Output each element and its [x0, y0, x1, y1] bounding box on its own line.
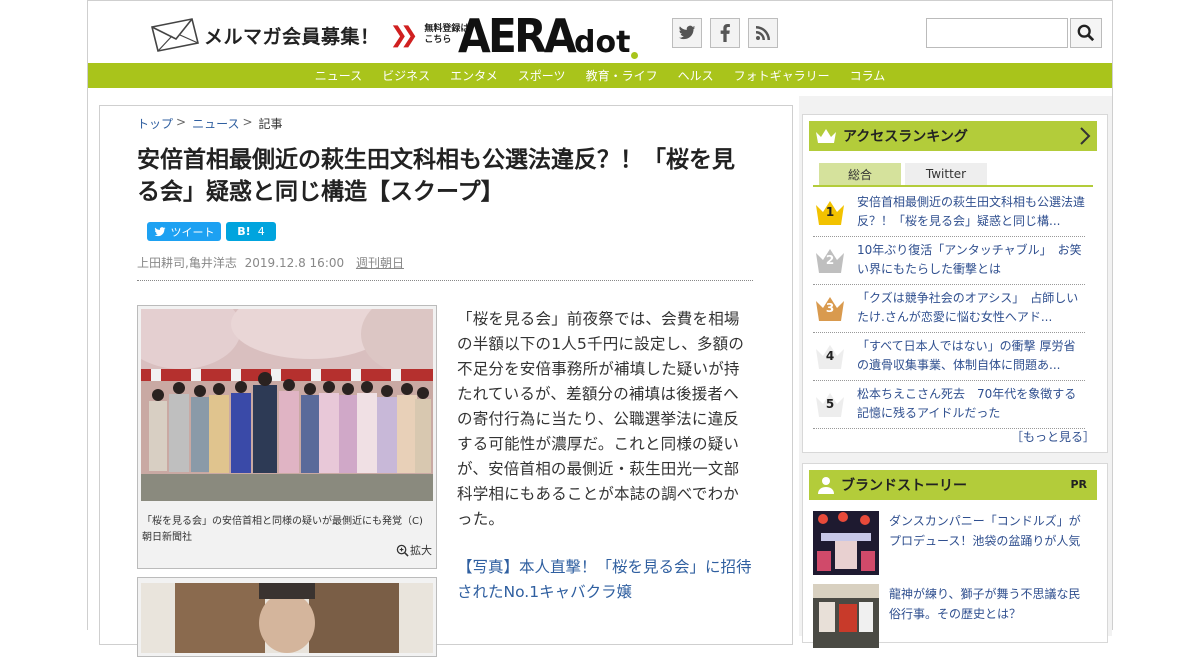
breadcrumb-news[interactable]: ニュース — [192, 115, 239, 132]
chevron-right-icon: > — [242, 115, 253, 129]
related-photo-link[interactable]: 【写真】本人直撃！「桜を見る会」に招待されたNo.1キャバクラ嬢 — [457, 555, 753, 605]
chevron-right-icon[interactable] — [1079, 126, 1091, 146]
facebook-icon[interactable] — [710, 18, 740, 48]
photo-caption: 「桜を見る会」の安倍首相と同様の疑いが最側近にも発覚（C)朝日新聞社 — [142, 516, 423, 543]
search-input[interactable] — [926, 18, 1068, 48]
hatena-bookmark-icon: B! — [237, 225, 251, 238]
ranking-item-title: 「すべて日本人ではない」の衝撃 厚労省の遺骨収集事業、体制自体に問題あ... — [857, 339, 1076, 372]
brand-story-thumbnail — [813, 584, 879, 648]
brand-story-panel: ブランドストーリー PR ダンスカンパニー「コンドルズ」がプロデュース！池袋の盆… — [802, 463, 1108, 648]
article-source-link[interactable]: 週刊朝日 — [356, 256, 404, 270]
brand-story-item[interactable]: 龍神が練り、獅子が舞う不思議な民俗行事。その歴史とは？ — [813, 584, 1093, 650]
search-button[interactable] — [1070, 18, 1102, 48]
article-title: 安倍首相最側近の萩生田文科相も公選法違反？！「桜を見る会」疑惑と同じ構造【スクー… — [137, 147, 735, 205]
brand-story-title: ブランドストーリー — [841, 478, 967, 494]
rank-number: 2 — [825, 253, 835, 267]
ranking-item[interactable]: 3 「クズは競争社会のオアシス」 占師しいたけ.さんが恋愛に悩む女性へアド... — [813, 285, 1085, 333]
envelope-icon — [151, 18, 199, 52]
ranking-item-title: 安倍首相最側近の萩生田文科相も公選法違反？！「桜を見る会」疑惑と同じ構... — [857, 195, 1086, 228]
brand-story-item-title: ダンスカンパニー「コンドルズ」がプロデュース！池袋の盆踊りが人気 — [889, 514, 1081, 548]
mail-magazine-banner[interactable]: メルマガ会員募集！ ❯❯ 無料登録は こちら — [148, 15, 469, 55]
nav-item-column[interactable]: コラム — [850, 67, 886, 84]
crown-icon — [816, 129, 836, 143]
nav-item-business[interactable]: ビジネス — [382, 67, 430, 84]
article-photo-2[interactable] — [141, 583, 433, 653]
ranking-item[interactable]: 2 10年ぶり復活「アンタッチャブル」 お笑い界にもたらした衝撃とは — [813, 237, 1085, 285]
nav-item-entertainment[interactable]: エンタメ — [450, 67, 498, 84]
person-icon — [818, 477, 834, 494]
nav-item-photo-gallery[interactable]: フォトギャラリー — [734, 67, 830, 84]
ranking-item-title: 「クズは競争社会のオアシス」 占師しいたけ.さんが恋愛に悩む女性へアド... — [857, 291, 1079, 324]
brand-story-header: ブランドストーリー PR — [809, 470, 1097, 500]
chevron-right-icon: > — [176, 115, 187, 129]
brand-story-item[interactable]: ダンスカンパニー「コンドルズ」がプロデュース！池袋の盆踊りが人気 — [813, 511, 1093, 577]
access-ranking-title: アクセスランキング — [843, 129, 968, 145]
nav-item-news[interactable]: ニュース — [315, 67, 362, 84]
brand-story-item-title: 龍神が練り、獅子が舞う不思議な民俗行事。その歴史とは？ — [889, 587, 1081, 621]
hatena-bookmark-button[interactable]: B! 4 — [226, 222, 276, 241]
zoom-label: 拡大 — [410, 544, 432, 557]
article-authors: 上田耕司,亀井洋志 — [137, 256, 237, 270]
access-ranking-header: アクセスランキング — [809, 121, 1097, 151]
breadcrumb-current: 記事 — [258, 117, 283, 131]
photo-zoom-button[interactable]: 拡大 — [396, 542, 432, 558]
rss-icon[interactable] — [748, 18, 778, 48]
ranking-item[interactable]: 1 安倍首相最側近の萩生田文科相も公選法違反？！「桜を見る会」疑惑と同じ構... — [813, 189, 1085, 237]
global-nav: ニュース ビジネス エンタメ スポーツ 教育・ライフ ヘルス フォトギャラリー … — [88, 63, 1112, 88]
tweet-label: ツイート — [170, 225, 215, 239]
article-photo-box: 「桜を見る会」の安倍首相と同様の疑いが最側近にも発覚（C)朝日新聞社 拡大 — [137, 305, 437, 569]
article-photo[interactable] — [141, 309, 433, 501]
rank-number: 1 — [825, 205, 835, 219]
aera-dot-logo[interactable]: AERA dot — [458, 9, 639, 63]
nav-item-sports[interactable]: スポーツ — [518, 67, 566, 84]
ranking-more-link[interactable]: ［もっと見る］ — [1011, 428, 1095, 445]
double-chevron-right-icon: ❯❯ — [389, 22, 419, 48]
site-header: メルマガ会員募集！ ❯❯ 無料登録は こちら AERA dot — [88, 0, 1112, 63]
article-date: 2019.12.8 16:00 — [244, 256, 345, 270]
byline-divider — [137, 280, 753, 281]
rank-number: 4 — [825, 349, 835, 363]
nav-item-education-life[interactable]: 教育・ライフ — [586, 67, 658, 84]
brand-story-thumbnail — [813, 511, 879, 575]
nav-item-health[interactable]: ヘルス — [678, 67, 714, 84]
ranking-tabs: 総合 Twitter — [813, 161, 1093, 187]
ranking-item-title: 10年ぶり復活「アンタッチャブル」 お笑い界にもたらした衝撃とは — [857, 243, 1082, 276]
twitter-icon[interactable] — [672, 18, 702, 48]
logo-dot-text: dot — [574, 25, 631, 60]
hatena-bookmark-count: 4 — [257, 225, 265, 238]
article-body: 「桜を見る会」前夜祭では、会費を相場の半額以下の1人5千円に設定し、多額の不足分… — [457, 310, 745, 528]
twitter-bird-icon — [154, 226, 165, 236]
mail-magazine-label: メルマガ会員募集！ — [204, 25, 380, 48]
access-ranking-panel: アクセスランキング 総合 Twitter 1 安倍首相最側近の萩生田文科相も公選… — [802, 114, 1108, 453]
search-icon — [1077, 24, 1095, 42]
tab-twitter[interactable]: Twitter — [905, 163, 987, 185]
breadcrumb-top[interactable]: トップ — [137, 115, 173, 132]
logo-green-dot — [631, 52, 639, 59]
ranking-item[interactable]: 4 「すべて日本人ではない」の衝撃 厚労省の遺骨収集事業、体制自体に問題あ... — [813, 333, 1085, 381]
article-photo-box-2 — [137, 577, 437, 657]
breadcrumb: トップ > ニュース > 記事 — [137, 115, 283, 132]
pr-badge: PR — [1070, 478, 1087, 491]
rank-number: 3 — [825, 301, 835, 315]
rank-number: 5 — [825, 397, 835, 411]
logo-aera-text: AERA — [458, 9, 577, 63]
tab-overall[interactable]: 総合 — [819, 163, 901, 185]
page-frame: メルマガ会員募集！ ❯❯ 無料登録は こちら AERA dot ニュース ビジネ… — [87, 0, 1113, 657]
ranking-item-title: 松本ちえこさん死去 70年代を象徴する記憶に残るアイドルだった — [857, 387, 1077, 420]
zoom-in-icon — [396, 544, 409, 557]
article-main: トップ > ニュース > 記事 安倍首相最側近の萩生田文科相も公選法違反？！「桜… — [99, 105, 793, 657]
ranking-item[interactable]: 5 松本ちえこさん死去 70年代を象徴する記憶に残るアイドルだった — [813, 381, 1085, 429]
byline: 上田耕司,亀井洋志 2019.12.8 16:00 週刊朝日 — [137, 254, 404, 271]
tweet-button[interactable]: ツイート — [147, 222, 221, 241]
